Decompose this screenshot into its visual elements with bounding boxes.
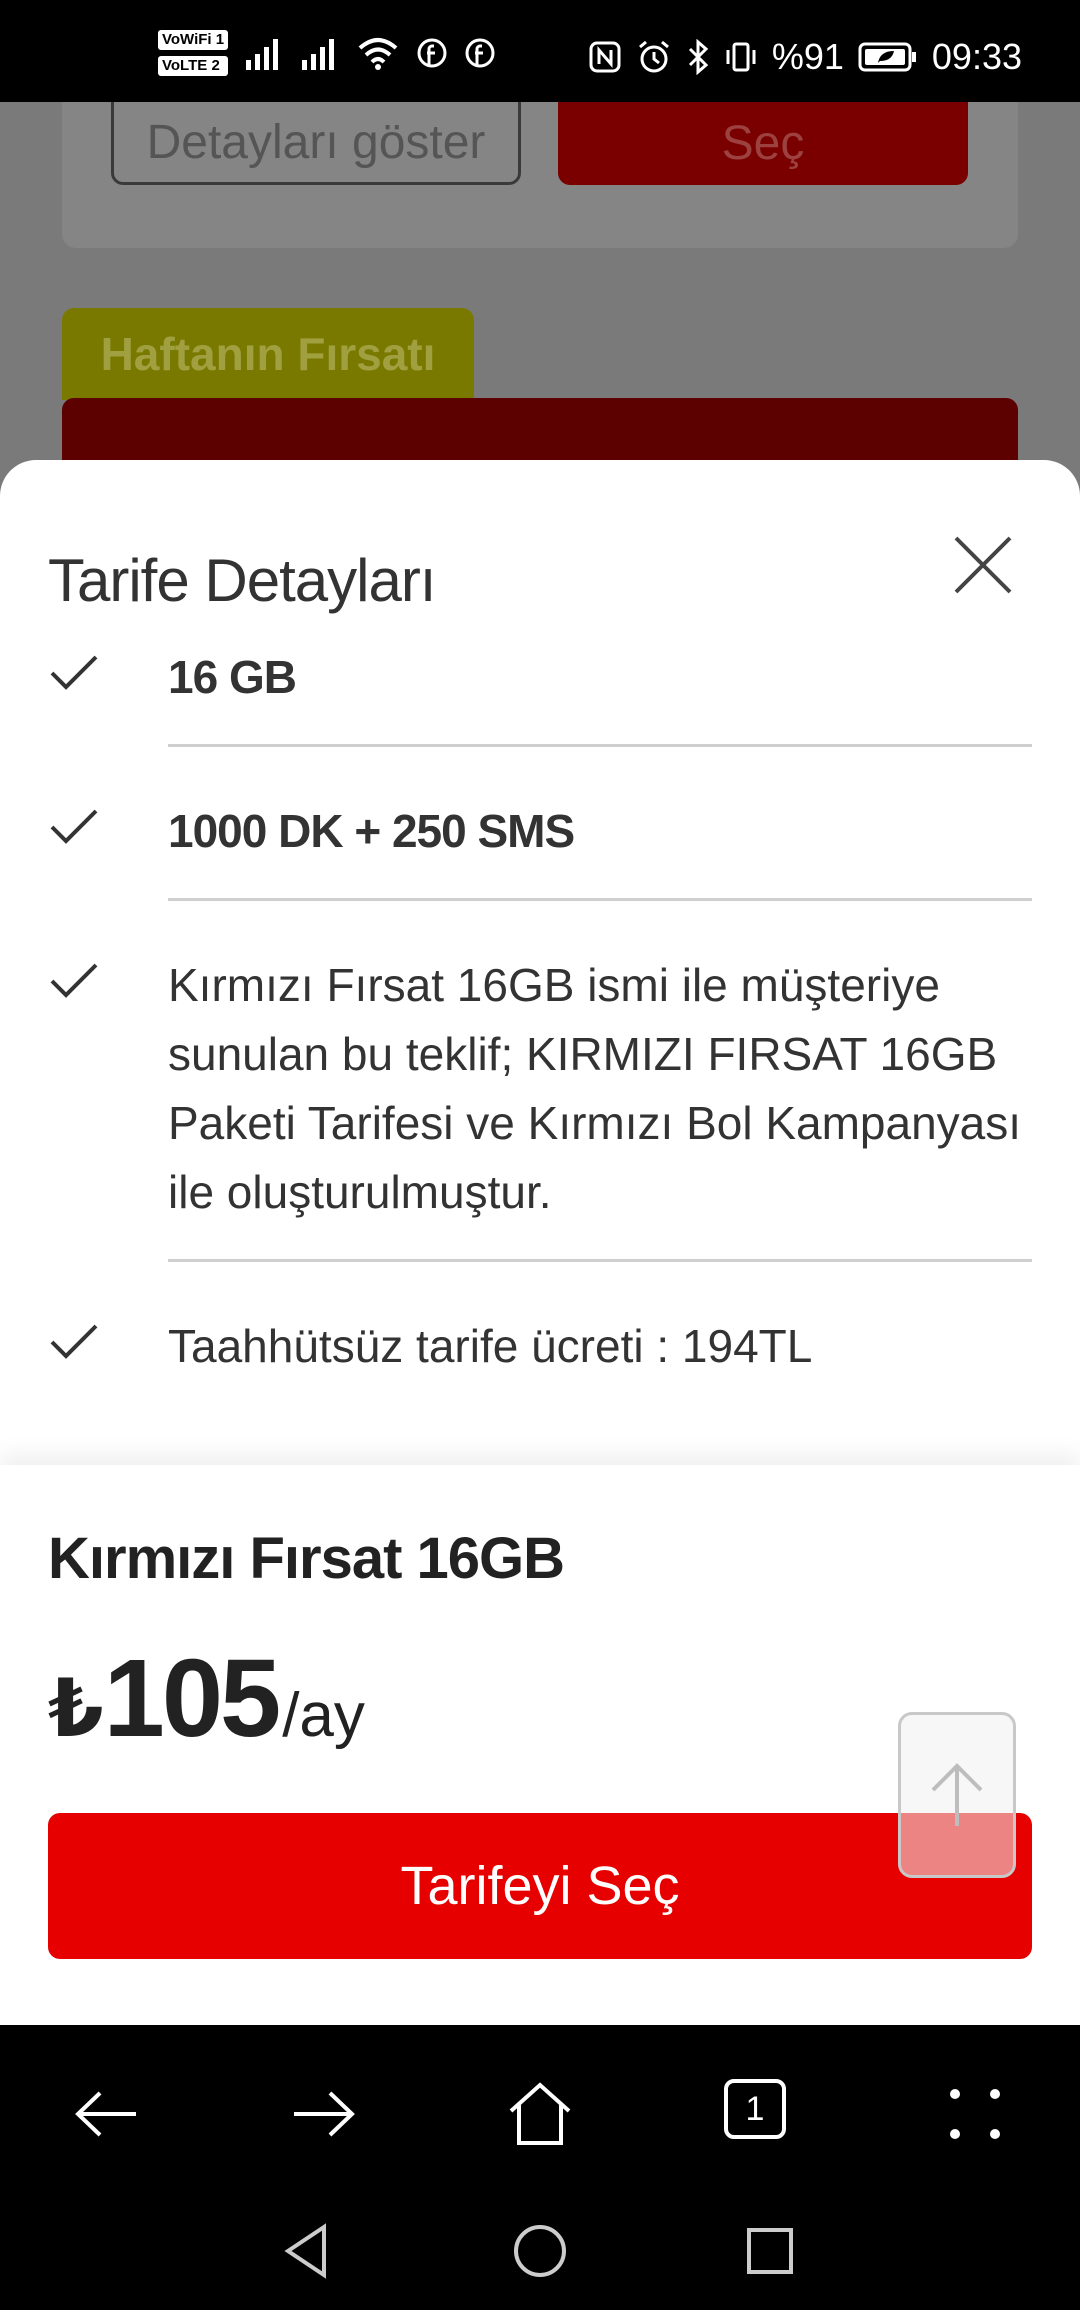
feature-text: 1000 DK + 250 SMS <box>168 789 1032 901</box>
vowifi-badge: VoWiFi 1 <box>158 30 229 50</box>
check-icon <box>48 789 168 901</box>
system-nav-bar <box>0 2193 1080 2310</box>
price-amount: 105 <box>103 1637 282 1760</box>
plan-name: Kırmızı Fırsat 16GB <box>48 1526 565 1591</box>
check-icon <box>48 1304 168 1413</box>
clock: 09:33 <box>931 36 1022 77</box>
back-arrow-icon[interactable] <box>72 2079 142 2149</box>
feature-item: Kırmızı Fırsat 16GB ismi ile müşteriye s… <box>48 943 1032 1262</box>
background-page-overlay[interactable]: Detayları göster Seç Haftanın Fırsatı <box>0 102 1080 522</box>
plan-summary: Kırmızı Fırsat 16GB ₺ 105 /ay Tarifeyi S… <box>0 1465 1080 2025</box>
nav-recents-icon[interactable] <box>740 2221 800 2281</box>
check-icon <box>48 635 168 747</box>
weekly-deal-tag: Haftanın Fırsatı <box>62 308 474 400</box>
price-unit: /ay <box>282 1681 365 1750</box>
browser-toolbar: 1 <box>0 2025 1080 2193</box>
status-right: %91 09:33 <box>588 36 1022 78</box>
feature-text: Taahhütsüz tarife ücreti : 194TL <box>168 1320 813 1372</box>
vibrate-icon <box>726 42 756 72</box>
price-currency: ₺ <box>48 1664 104 1753</box>
more-menu-icon[interactable] <box>940 2079 1010 2149</box>
select-tariff-button[interactable]: Tarifeyi Seç <box>48 1813 1032 1959</box>
battery-icon <box>858 42 916 72</box>
feature-text: Kırmızı Fırsat 16GB ismi ile müşteriye s… <box>168 943 1032 1262</box>
battery-percent: %91 <box>771 36 844 77</box>
bluetooth-icon <box>688 39 709 75</box>
nav-back-icon[interactable] <box>278 2221 338 2281</box>
details-button: Detayları göster <box>111 102 521 185</box>
check-icon <box>48 943 168 1262</box>
nav-home-icon[interactable] <box>510 2221 570 2281</box>
arrow-up-icon <box>931 1763 983 1826</box>
nfc-icon <box>589 41 621 73</box>
volte-badge: VoLTE 2 <box>158 56 229 76</box>
forward-arrow-icon[interactable] <box>288 2079 358 2149</box>
feature-item: 16 GB <box>48 635 1032 747</box>
signal-icon <box>302 39 335 70</box>
tab-count: 1 <box>724 2079 786 2139</box>
facebook-icon <box>465 38 495 68</box>
alarm-icon <box>638 40 669 73</box>
scroll-to-top-button[interactable] <box>898 1712 1016 1878</box>
status-bar: VoWiFi 1 VoLTE 2 %91 09:33 <box>0 0 1080 102</box>
sheet-title: Tarife Detayları <box>48 547 436 614</box>
home-icon[interactable] <box>505 2079 575 2149</box>
carrier-badges: VoWiFi 1 VoLTE 2 <box>158 30 229 76</box>
signal-icon <box>246 39 279 70</box>
tabs-button[interactable]: 1 <box>724 2079 794 2149</box>
status-left: VoWiFi 1 VoLTE 2 <box>158 30 496 76</box>
feature-text: 16 GB <box>168 635 1032 747</box>
wifi-icon <box>358 38 398 70</box>
tariff-details-sheet: Tarife Detayları 16 GB 1000 DK + 250 SMS… <box>0 460 1080 2025</box>
facebook-icon <box>417 38 447 68</box>
feature-item: Taahhütsüz tarife ücreti : 194TL <box>48 1304 1032 1413</box>
feature-list: 16 GB 1000 DK + 250 SMS Kırmızı Fırsat 1… <box>48 635 1032 1413</box>
select-button-background: Seç <box>558 102 968 185</box>
plan-price: ₺ 105 /ay <box>48 1635 365 1762</box>
close-icon[interactable] <box>948 530 1018 600</box>
feature-item: 1000 DK + 250 SMS <box>48 789 1032 901</box>
